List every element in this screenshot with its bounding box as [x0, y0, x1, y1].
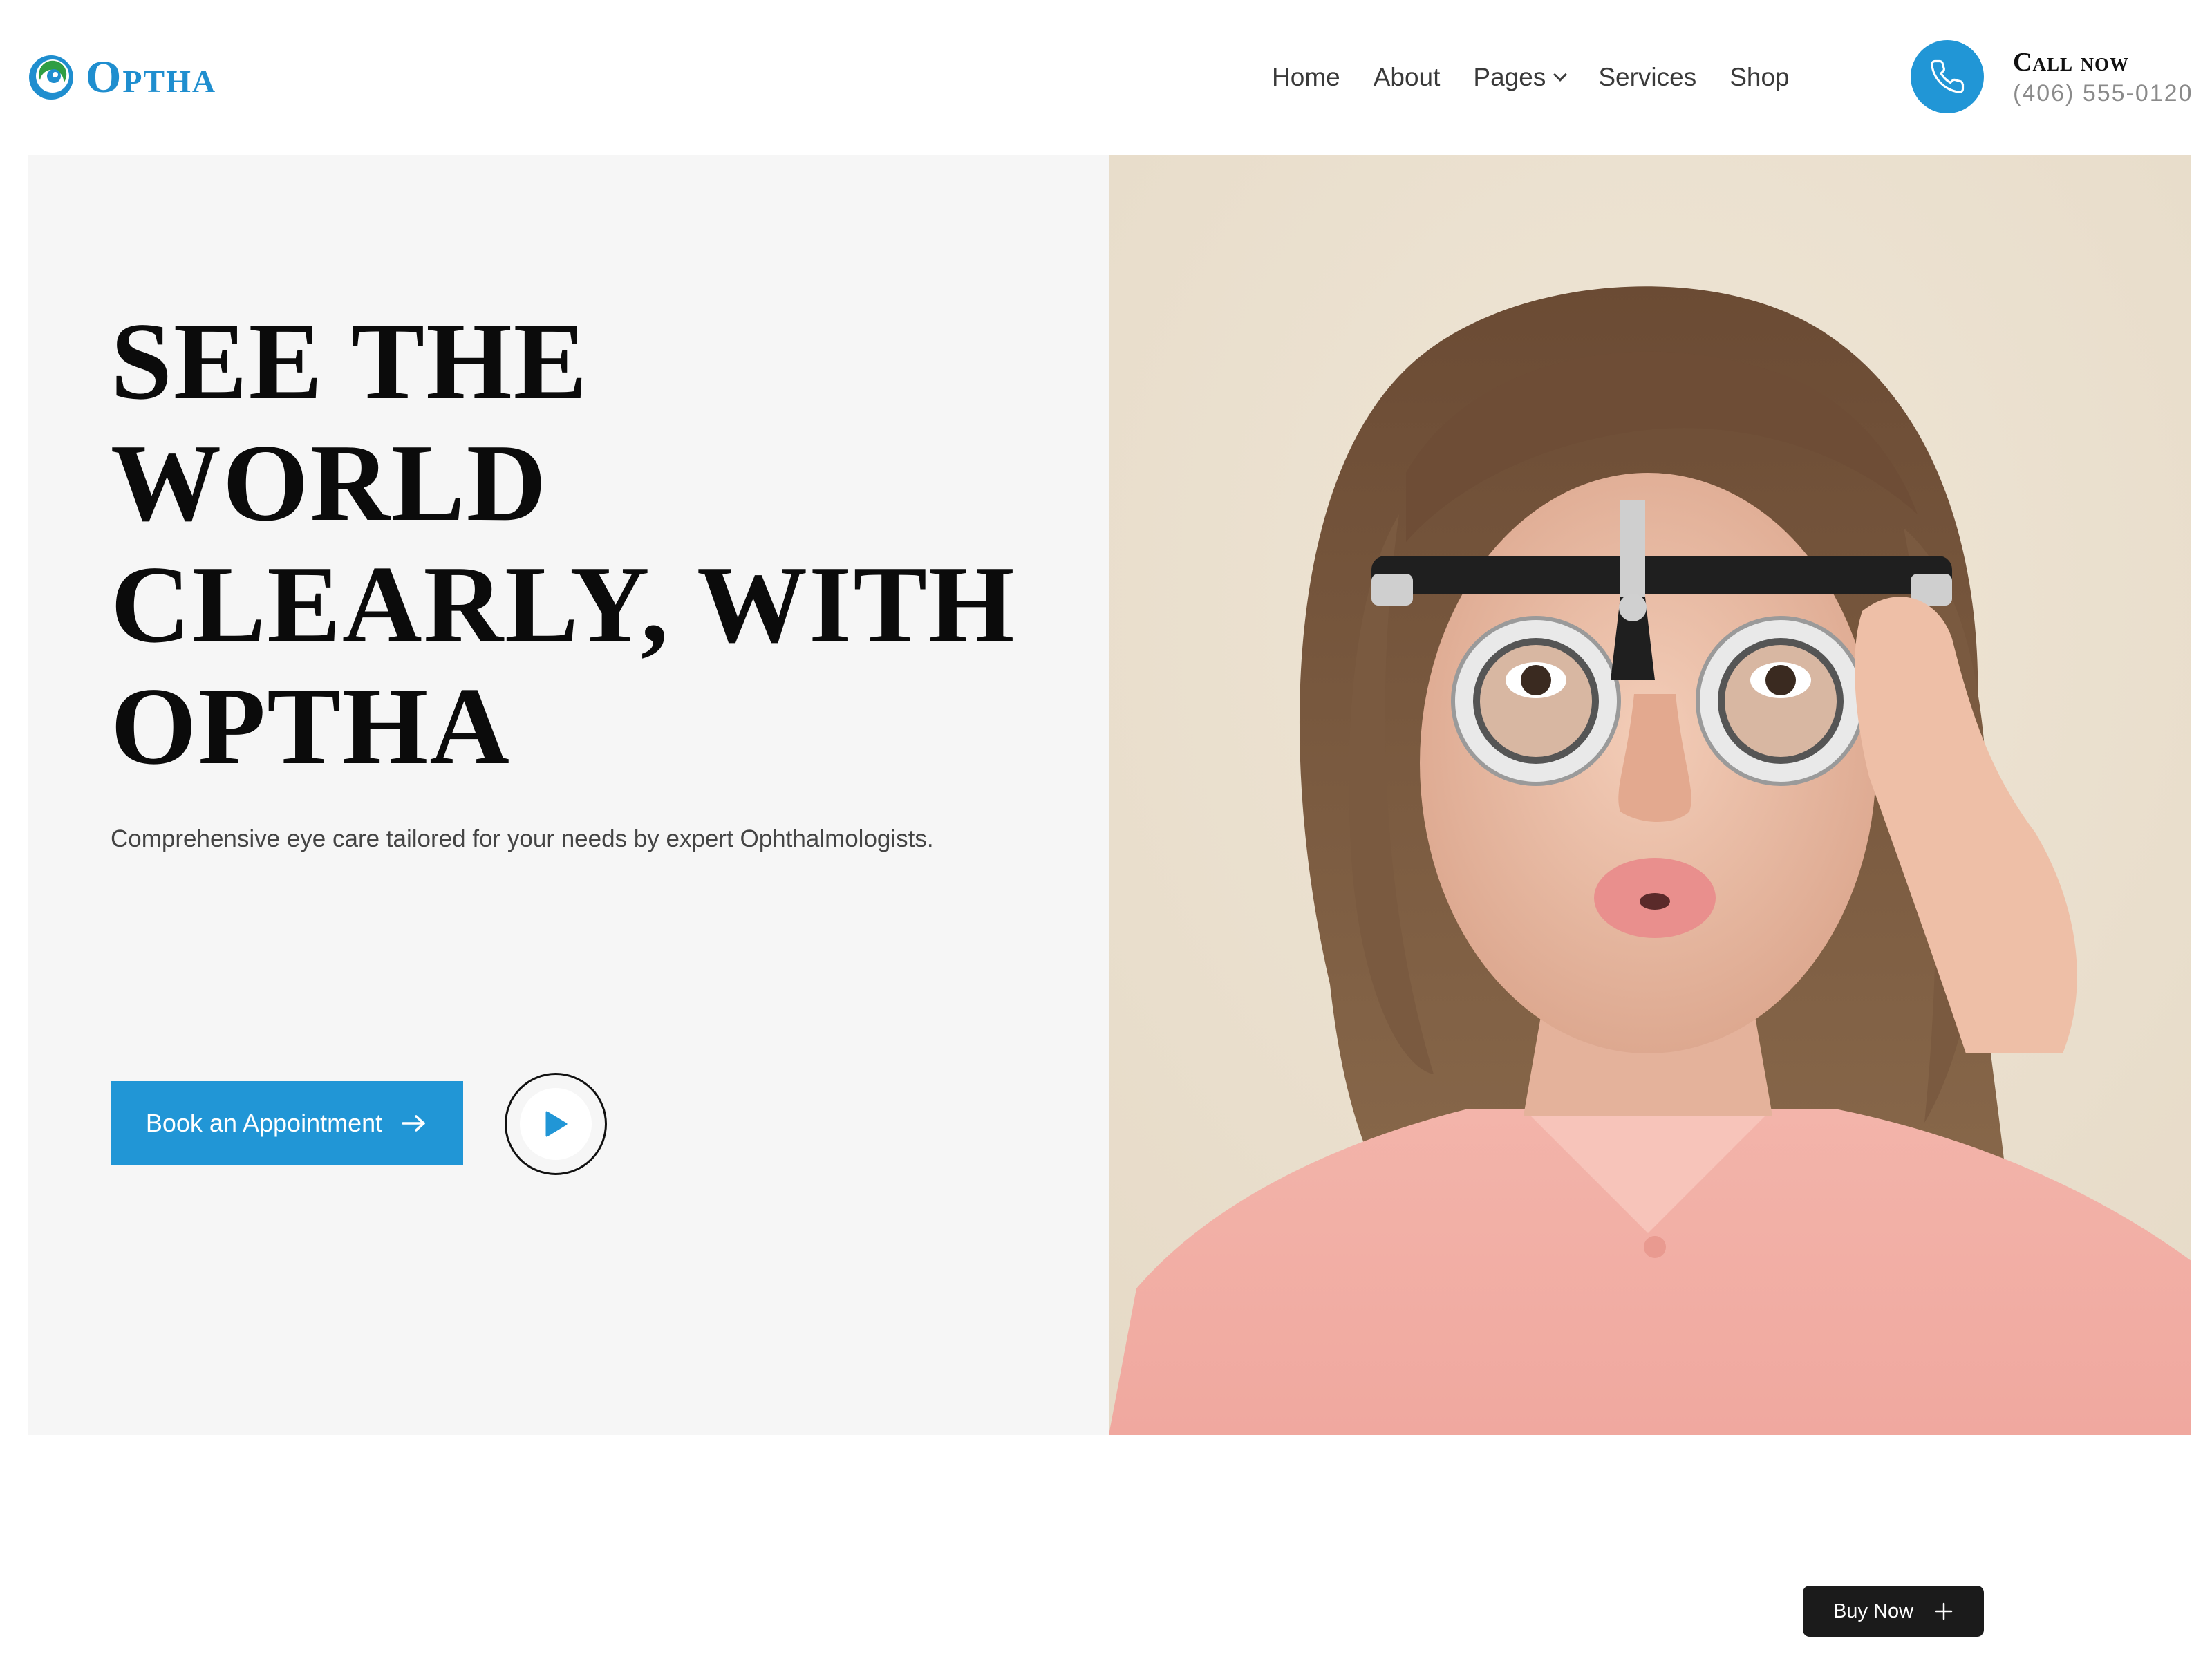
call-text: Call now (406) 555-0120 — [2013, 47, 2193, 107]
call-now-block: Call now (406) 555-0120 — [1911, 40, 2193, 113]
hero-content: SEE THE WORLD CLEARLY, WITH OPTHA Compre… — [28, 155, 1109, 1435]
nav-item-services[interactable]: Services — [1598, 63, 1696, 92]
hero-title: SEE THE WORLD CLEARLY, WITH OPTHA — [111, 299, 1016, 787]
nav-item-shop[interactable]: Shop — [1730, 63, 1789, 92]
hero-photo — [1109, 155, 2191, 1435]
plus-icon — [1935, 1602, 1953, 1620]
book-appointment-label: Book an Appointment — [145, 1109, 383, 1137]
logo-eye-icon — [26, 53, 76, 102]
chevron-down-icon — [1553, 68, 1568, 82]
nav-item-label: About — [1373, 63, 1441, 91]
call-button[interactable] — [1911, 40, 1984, 113]
nav-item-label: Services — [1598, 63, 1697, 91]
arrow-right-icon — [402, 1115, 425, 1132]
nav-item-home[interactable]: Home — [1272, 63, 1340, 92]
nav-item-label: Home — [1272, 63, 1340, 91]
hero-photo-woman-with-trial-frame — [1109, 155, 2191, 1435]
book-appointment-button[interactable]: Book an Appointment — [111, 1081, 463, 1165]
phone-icon — [1931, 59, 1965, 93]
call-title: Call now — [2013, 47, 2129, 77]
nav-item-pages[interactable]: Pages — [1473, 63, 1568, 92]
buy-now-label: Buy Now — [1833, 1600, 1914, 1622]
hero-subtitle: Comprehensive eye care tailored for your… — [111, 825, 934, 852]
logo[interactable]: Optha — [26, 51, 216, 104]
site-header: Optha Home About Pages Services Shop Cal… — [0, 0, 2212, 155]
main-nav: Home About Pages Services Shop — [1272, 58, 1823, 97]
nav-item-label: Shop — [1730, 63, 1790, 91]
play-button-inner — [520, 1088, 592, 1160]
play-icon — [545, 1111, 568, 1137]
buy-now-button[interactable]: Buy Now — [1803, 1586, 1984, 1637]
nav-item-about[interactable]: About — [1374, 63, 1441, 92]
call-phone-number[interactable]: (406) 555-0120 — [2013, 80, 2193, 107]
logo-text: Optha — [86, 52, 217, 102]
nav-item-label: Pages — [1473, 63, 1546, 91]
play-video-button[interactable] — [505, 1073, 607, 1175]
